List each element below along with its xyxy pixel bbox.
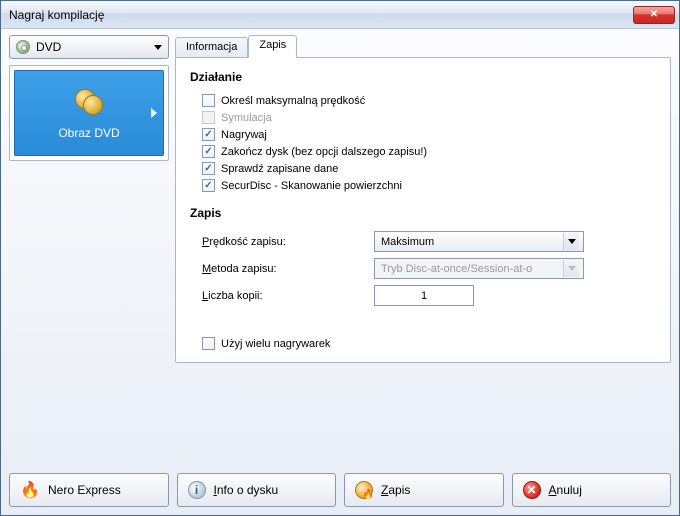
left-column: DVD Obraz DVD	[9, 35, 169, 161]
label-write-method: Metoda zapisu:	[202, 263, 362, 275]
disc-icon	[16, 40, 30, 54]
burn-button[interactable]: Zapis	[344, 473, 504, 507]
disc-info-label: Info o dysku	[214, 483, 279, 497]
checkbox-verify[interactable]	[202, 162, 215, 175]
window-title: Nagraj kompilację	[9, 8, 104, 22]
label-copies: Liczba kopii:	[202, 290, 362, 302]
close-icon: ✕	[650, 9, 658, 20]
checkbox-label-verify: Sprawdź zapisane dane	[221, 163, 338, 175]
tabbar: Informacja Zapis	[175, 35, 671, 57]
section-action-title: Działanie	[190, 70, 656, 84]
info-disc-icon: i	[188, 481, 206, 499]
select-write-method-value: Tryb Disc-at-once/Session-at-o	[381, 263, 532, 275]
checkbox-label-multi-recorder: Użyj wielu nagrywarek	[221, 338, 330, 350]
burn-label: Zapis	[381, 483, 410, 497]
drive-label: DVD	[36, 40, 148, 54]
checkbox-label-simulation: Symulacja	[221, 112, 272, 124]
dvd-image-icon	[72, 86, 106, 120]
checkbox-row-verify: Sprawdź zapisane dane	[190, 160, 656, 177]
tab-info[interactable]: Informacja	[175, 37, 248, 57]
arrow-right-icon	[151, 108, 157, 118]
chevron-down-icon	[154, 45, 162, 50]
tab-burn[interactable]: Zapis	[248, 35, 297, 58]
burn-icon	[355, 481, 373, 499]
project-panel: Obraz DVD	[9, 65, 169, 161]
dialog-window: Nagraj kompilację ✕ DVD Ob	[0, 0, 680, 516]
cancel-label: Anuluj	[549, 483, 582, 497]
disc-info-button[interactable]: i Info o dysku	[177, 473, 337, 507]
select-write-speed[interactable]: Maksimum	[374, 231, 584, 252]
nero-flame-icon: 🔥	[20, 480, 40, 500]
content-area: DVD Obraz DVD Informacja	[1, 29, 679, 515]
label-write-speed: Prędkość zapisu:	[202, 236, 362, 248]
checkbox-row-simulation: Symulacja	[190, 109, 656, 126]
checkbox-label-write: Nagrywaj	[221, 129, 267, 141]
checkbox-row-multi-recorder: Użyj wielu nagrywarek	[190, 335, 656, 352]
checkbox-multi-recorder[interactable]	[202, 337, 215, 350]
chevron-down-icon	[563, 260, 579, 277]
checkbox-row-write: Nagrywaj	[190, 126, 656, 143]
checkbox-finalize[interactable]	[202, 145, 215, 158]
chevron-down-icon	[563, 233, 579, 250]
nero-express-button[interactable]: 🔥 Nero Express	[9, 473, 169, 507]
tab-panel-burn: Działanie Określ maksymalną prędkość Sym…	[175, 57, 671, 363]
cancel-icon: ✕	[523, 481, 541, 499]
input-copies[interactable]	[374, 285, 474, 306]
checkbox-row-securdisc: SecurDisc - Skanowanie powierzchni	[190, 177, 656, 194]
titlebar: Nagraj kompilację ✕	[1, 1, 679, 29]
row-write-speed: Prędkość zapisu: Maksimum	[190, 228, 656, 255]
checkbox-write[interactable]	[202, 128, 215, 141]
close-button[interactable]: ✕	[633, 6, 675, 24]
checkbox-label-securdisc: SecurDisc - Skanowanie powierzchni	[221, 180, 402, 192]
project-tile-label: Obraz DVD	[58, 126, 119, 140]
checkbox-max-speed[interactable]	[202, 94, 215, 107]
section-write-title: Zapis	[190, 206, 656, 220]
project-tile-dvd-image[interactable]: Obraz DVD	[14, 70, 164, 156]
checkbox-label-finalize: Zakończ dysk (bez opcji dalszego zapisu!…	[221, 146, 427, 158]
select-write-method: Tryb Disc-at-once/Session-at-o	[374, 258, 584, 279]
row-write-method: Metoda zapisu: Tryb Disc-at-once/Session…	[190, 255, 656, 282]
checkbox-row-finalize: Zakończ dysk (bez opcji dalszego zapisu!…	[190, 143, 656, 160]
checkbox-simulation	[202, 111, 215, 124]
checkbox-securdisc[interactable]	[202, 179, 215, 192]
checkbox-row-max-speed: Określ maksymalną prędkość	[190, 92, 656, 109]
button-bar: 🔥 Nero Express i Info o dysku Zapis ✕ An…	[9, 465, 671, 507]
right-column: Informacja Zapis Działanie Określ maksym…	[175, 35, 671, 363]
select-write-speed-value: Maksimum	[381, 236, 434, 248]
drive-select[interactable]: DVD	[9, 35, 169, 59]
nero-express-label: Nero Express	[48, 483, 121, 497]
checkbox-label-max-speed: Określ maksymalną prędkość	[221, 95, 365, 107]
top-row: DVD Obraz DVD Informacja	[9, 35, 671, 465]
cancel-button[interactable]: ✕ Anuluj	[512, 473, 672, 507]
row-copies: Liczba kopii:	[190, 282, 656, 309]
